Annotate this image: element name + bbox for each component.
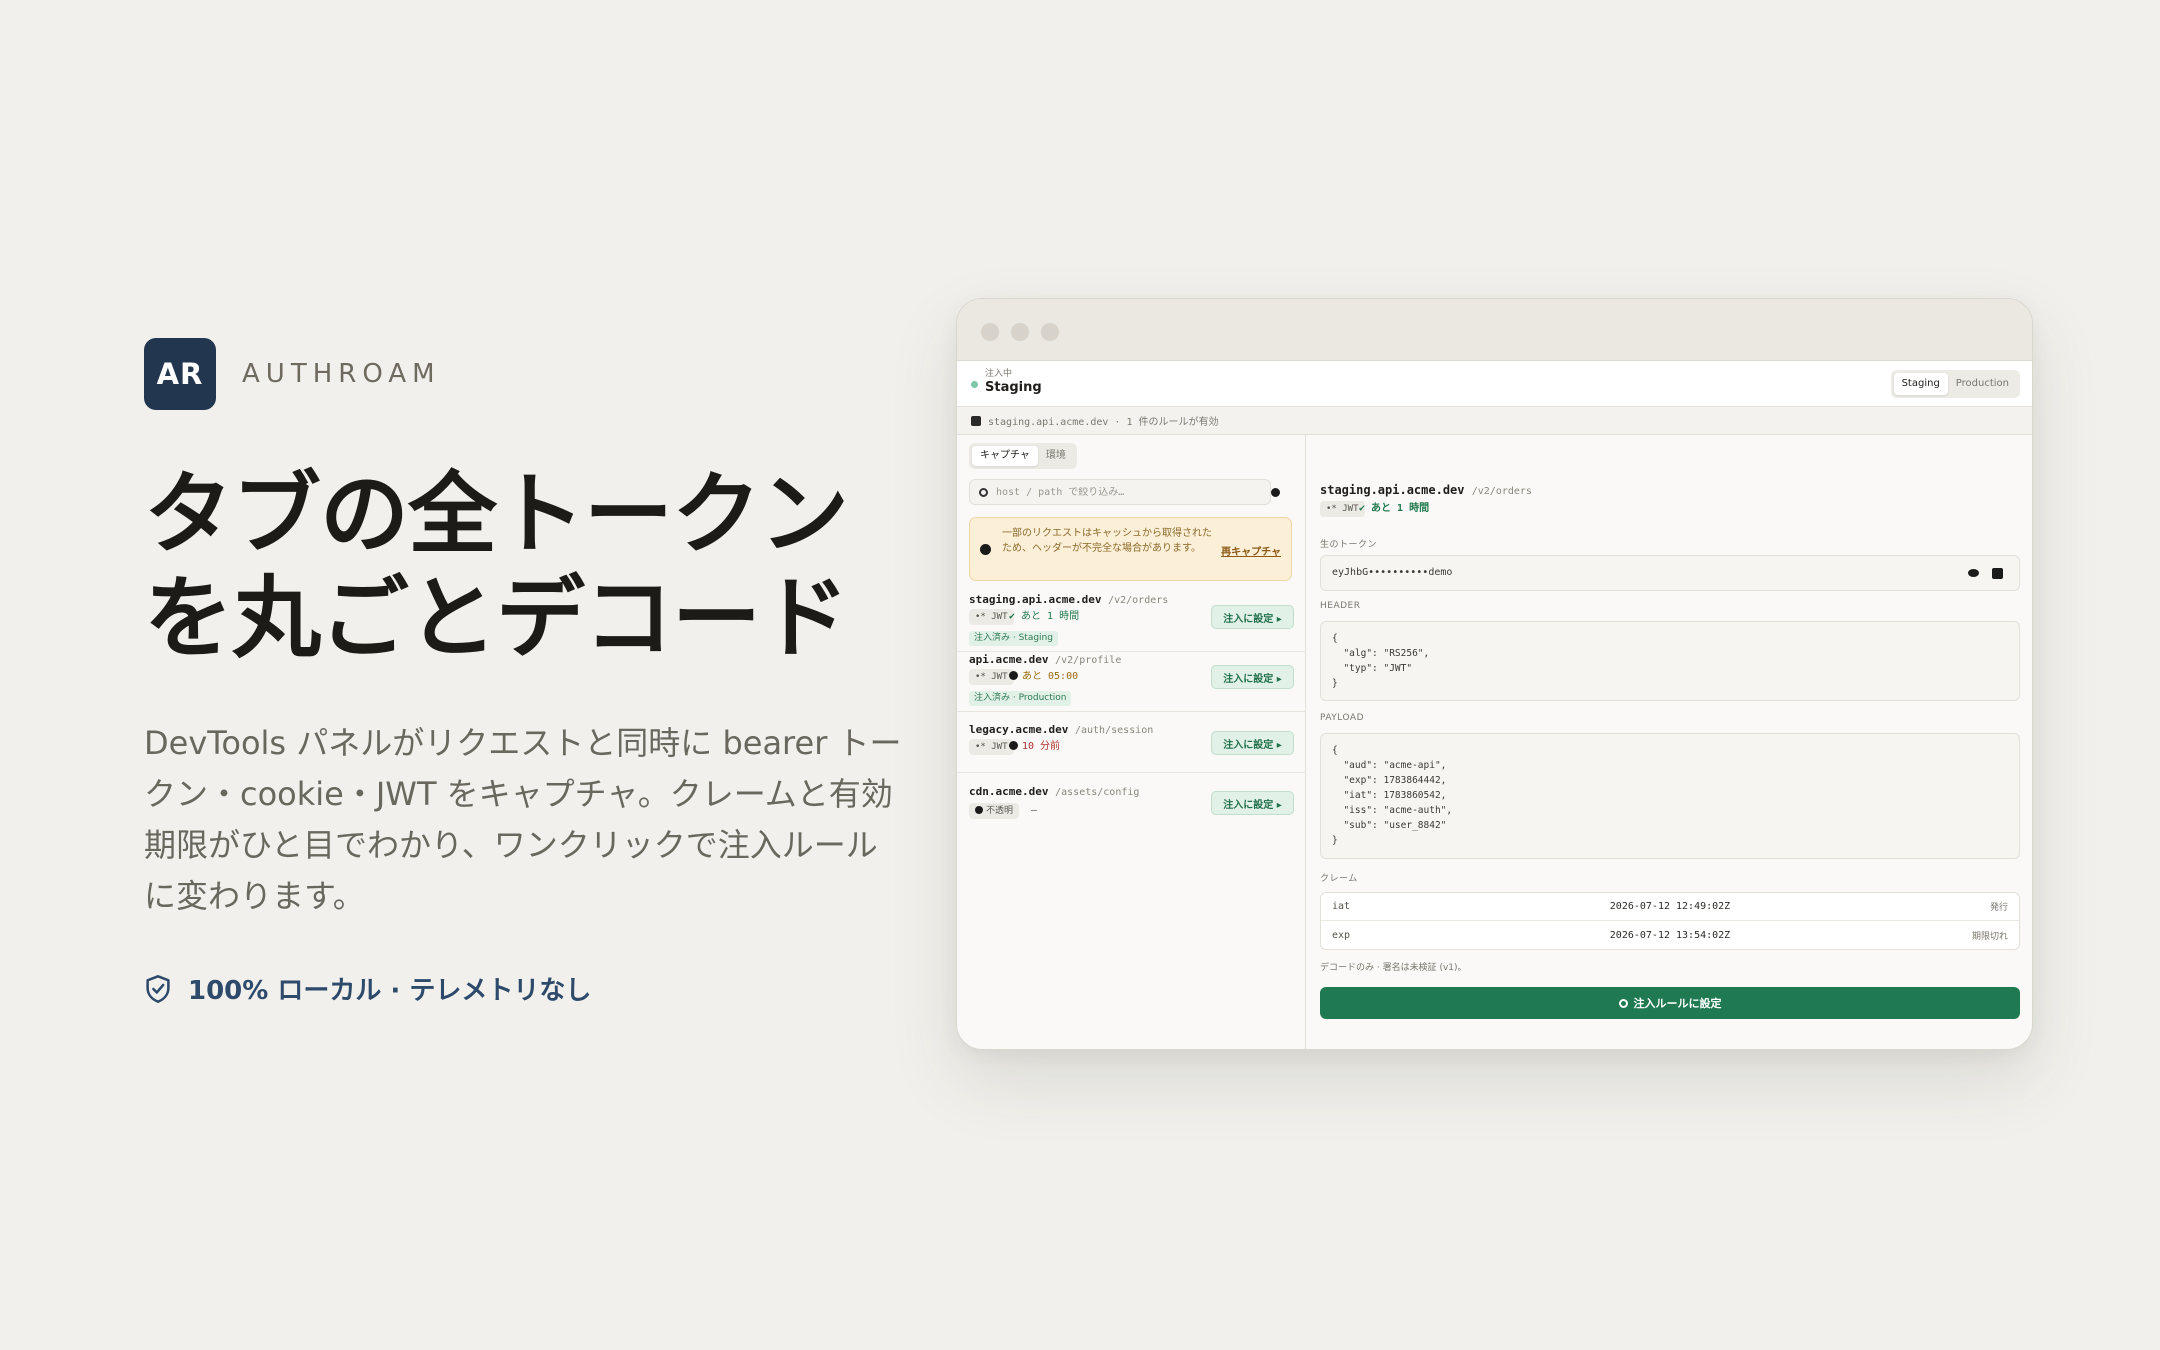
warning-icon [980, 544, 991, 555]
env-switch-staging[interactable]: Staging [1893, 373, 1948, 395]
detail-host: staging.api.acme.dev /v2/orders [1320, 483, 1532, 497]
raw-token-label: 生のトークン [1320, 540, 1378, 550]
claims-label: クレーム [1320, 874, 1358, 884]
request-row[interactable]: legacy.acme.dev /auth/session •* JWT 10 … [957, 717, 1306, 773]
request-expiry: — [1031, 805, 1038, 816]
request-path: /assets/config [1055, 787, 1140, 798]
window-close-dot[interactable] [981, 323, 999, 341]
raw-token-value: eyJhbG••••••••••demo [1332, 567, 1453, 578]
header-json: { "alg": "RS256", "typ": "JWT" } [1320, 621, 2020, 701]
claim-note: 期限切れ [1971, 931, 2008, 942]
set-inject-button[interactable]: 注入に設定 ▸ [1211, 731, 1294, 755]
claim-note: 発行 [1989, 903, 2008, 913]
recapture-link[interactable]: 再キャプチャ [1221, 543, 1281, 558]
headline-line-2: を丸ごとデコード [144, 566, 849, 670]
headline: タブの全トークン を丸ごとデコード [144, 462, 904, 670]
env-switch: Staging Production [1890, 370, 2020, 398]
claims-table: iat 2026-07-12 12:49:02Z 発行 exp 2026-07-… [1320, 892, 2020, 950]
set-inject-button[interactable]: 注入に設定 ▸ [1211, 605, 1294, 629]
set-inject-button[interactable]: 注入に設定 ▸ [1211, 791, 1294, 815]
payload-json: { "aud": "acme-api", "exp": 1783864442, … [1320, 733, 2020, 859]
set-inject-rule-button[interactable]: 注入ルールに設定 [1320, 987, 2020, 1019]
filter-search [969, 479, 1271, 505]
privacy-badge: 100% ローカル · テレメトリなし [144, 970, 591, 1007]
warning-text: 一部のリクエストはキャッシュから取得されたため、ヘッダーが不完全な場合があります… [1002, 528, 1212, 554]
request-host: cdn.acme.dev /assets/config [969, 785, 1140, 798]
injected-tag: 注入済み · Staging [969, 631, 1058, 646]
injected-tag: 注入済み · Production [969, 691, 1072, 706]
request-path: /v2/profile [1055, 655, 1122, 666]
token-type-chip: 不透明 [969, 803, 1020, 819]
set-inject-rule-label: 注入ルールに設定 [1633, 997, 1722, 1010]
request-expiry: 10 分前 [1009, 739, 1060, 755]
claim-row: exp 2026-07-12 13:54:02Z 期限切れ [1321, 921, 2019, 949]
request-host: staging.api.acme.dev /v2/orders [969, 593, 1169, 606]
token-type-chip: •* JWT [969, 739, 1014, 755]
brand-name: AUTHROAM [242, 359, 441, 389]
token-detail-pane: staging.api.acme.dev /v2/orders •* JWT ✔… [1307, 435, 2032, 1049]
extension-body: キャプチャ 環境 一部のリクエストはキャッシュから取得されたため、ヘッダーが不完… [957, 435, 2032, 1049]
window-minimize-dot[interactable] [1011, 323, 1029, 341]
env-switch-production[interactable]: Production [1948, 373, 2017, 395]
record-icon[interactable] [1271, 488, 1280, 497]
request-row[interactable]: staging.api.acme.dev /v2/orders •* JWT ✔… [957, 593, 1306, 652]
decode-note: デコードのみ · 署名は未検証 (v1)。 [1320, 963, 1467, 973]
extension-header: 注入中 Staging Staging Production [957, 361, 2032, 407]
search-icon [979, 487, 988, 497]
capture-pane: キャプチャ 環境 一部のリクエストはキャッシュから取得されたため、ヘッダーが不完… [957, 435, 1306, 1049]
request-row[interactable]: cdn.acme.dev /assets/config 不透明 — 注入に設定 … [957, 773, 1306, 833]
privacy-badge-label: 100% ローカル · テレメトリなし [188, 976, 592, 1006]
raw-token-field[interactable]: eyJhbG••••••••••demo [1320, 555, 2020, 591]
eye-icon[interactable] [1968, 569, 1979, 577]
request-path: /v2/orders [1108, 595, 1169, 606]
env-sub-label: 注入中 [985, 369, 1013, 379]
window-titlebar [957, 299, 2032, 361]
set-inject-button[interactable]: 注入に設定 ▸ [1211, 665, 1294, 689]
headline-line-1: タブの全トークン [144, 462, 849, 566]
tab-capture[interactable]: キャプチャ [972, 446, 1038, 466]
payload-label: PAYLOAD [1320, 713, 1365, 723]
tab-environments[interactable]: 環境 [1038, 446, 1074, 466]
token-type-chip: •* JWT [969, 669, 1014, 685]
brand: AR AUTHROAM [144, 338, 441, 410]
copy-icon[interactable] [1992, 568, 2003, 579]
request-expiry: あと 05:00 [1009, 669, 1078, 685]
expired-icon [1009, 741, 1018, 750]
extension-window: 注入中 Staging Staging Production staging.a… [956, 298, 2033, 1050]
rules-statusbar: staging.api.acme.dev · 1 件のルールが有効 [957, 407, 2032, 435]
shield-check-icon [146, 974, 170, 1003]
detail-path: /v2/orders [1471, 486, 1532, 497]
token-type-chip: •* JWT [969, 609, 1014, 625]
request-host: api.acme.dev /v2/profile [969, 653, 1122, 666]
claim-value: 2026-07-12 13:54:02Z [1609, 929, 1731, 941]
cache-warning: 一部のリクエストはキャッシュから取得されたため、ヘッダーが不完全な場合があります… [969, 517, 1292, 581]
rules-status-text: staging.api.acme.dev · 1 件のルールが有効 [988, 417, 1219, 428]
request-host: legacy.acme.dev /auth/session [969, 723, 1154, 736]
window-maximize-dot[interactable] [1041, 323, 1059, 341]
detail-expiry: ✔ あと 1 時間 [1359, 503, 1430, 514]
filter-input[interactable] [996, 486, 1236, 498]
claim-row: iat 2026-07-12 12:49:02Z 発行 [1321, 893, 2019, 921]
server-icon [971, 415, 981, 426]
request-path: /auth/session [1074, 725, 1154, 736]
request-row[interactable]: api.acme.dev /v2/profile •* JWT あと 05:00… [957, 653, 1306, 712]
request-expiry: ✔ あと 1 時間 [1009, 611, 1080, 622]
detail-token-chip: •* JWT [1320, 501, 1365, 517]
clock-icon [1009, 671, 1018, 680]
lede: DevTools パネルがリクエストと同時に bearer トークン・cooki… [144, 724, 902, 915]
env-status-dot [971, 381, 978, 388]
target-icon [1618, 998, 1628, 1008]
claim-value: 2026-07-12 12:49:02Z [1609, 901, 1731, 912]
header-label: HEADER [1320, 601, 1361, 611]
pane-tabs: キャプチャ 環境 [969, 443, 1077, 469]
env-name: Staging [985, 380, 1042, 395]
opaque-icon [975, 806, 983, 814]
brand-logo: AR [144, 338, 216, 410]
